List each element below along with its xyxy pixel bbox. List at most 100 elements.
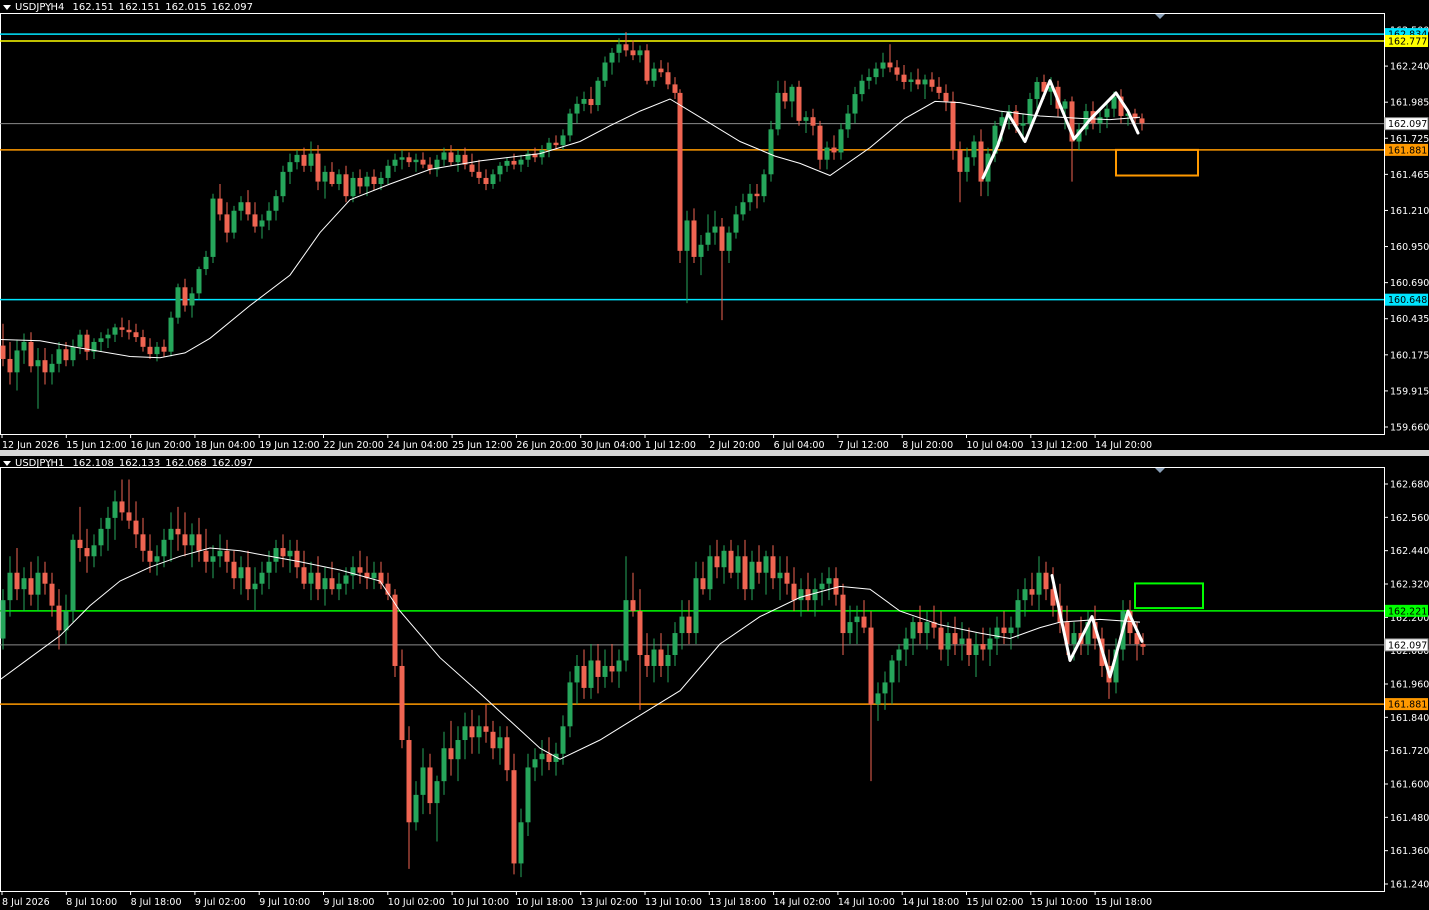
c0-candle [880,52,886,78]
c1-candle [791,567,797,612]
c0-candle [525,149,531,168]
c0-candle-body [406,157,412,163]
c1-candle-body [945,633,951,650]
c1-candle-body [833,578,839,595]
c0-candle [308,141,314,172]
c0-candle-body [553,142,559,146]
chart-pane-h4[interactable]: 162.500162.240161.985161.725161.465161.2… [0,0,1429,450]
c1-target-zone-box [1134,582,1204,610]
c0-candle [322,165,328,199]
c1-candle-body [462,726,468,741]
c0-candle-body [567,113,573,136]
c0-candle-body [511,160,517,165]
h4-open: 162.151 [72,2,114,13]
c0-candle-body [7,358,13,373]
c0-candle-body [672,84,678,93]
chart-pane-h1[interactable]: 162.680 162.560 162.440 162.320 162.200 162.0… [0,456,1429,910]
c0-candle [210,193,216,263]
c1-candle [476,715,482,754]
c1-candle [455,726,461,782]
c0-candle [238,196,244,221]
c0-candle [175,283,181,324]
c0-candle-body [560,135,566,146]
c1-candle-body [476,726,482,738]
c0-y-tick-label: 162.240 [1390,62,1429,73]
c0-candle [7,341,13,385]
c0-candle [1097,111,1103,133]
c1-candle-body [819,583,825,590]
c1-candle-body [238,567,244,579]
c0-candle-body [796,86,802,121]
c1-candle [686,600,692,645]
c0-candle [943,84,949,112]
c0-candle-body [705,232,711,245]
c1-candle [203,528,209,573]
c1-candle-body [651,649,657,666]
c1-candle [84,528,90,573]
h1-close: 162.097 [211,458,253,469]
c0-x-tick-label: 22 Jun 20:00 [324,440,384,450]
c1-candle-body [525,767,531,823]
c0-candle-body [154,346,160,355]
c0-candle [392,153,398,172]
c0-candle [462,147,468,170]
c1-candle [805,572,811,612]
c0-candle [845,105,851,138]
c1-candle-body [595,660,601,677]
c1-candle [56,589,62,650]
c1-candle-body [672,633,678,656]
c0-candle-body [266,210,272,221]
c0-candle-body [838,129,844,153]
c1-candle [217,534,223,568]
c1-candle-body [252,583,258,590]
h4-menu-triangle-icon[interactable] [3,4,11,10]
c0-candle-body [782,92,788,102]
c1-candle-body [539,753,545,760]
c0-candle [119,317,125,338]
c1-price-label-text: 162.097 [1388,640,1427,651]
c1-y-tick-label: 161.720 [1390,746,1429,757]
c1-candle [777,556,783,601]
c1-candle [910,616,916,656]
h4-chart-canvas[interactable]: 162.500162.240161.985161.725161.465161.2… [0,0,1429,450]
c0-candle-body [936,86,942,93]
c1-x-tick-label: 9 Jul 18:00 [324,897,375,908]
c1-candle-body [518,822,524,864]
c1-candle [756,545,762,584]
c1-candle-body [315,572,321,590]
c0-candle [133,323,139,342]
h1-menu-triangle-icon[interactable] [3,460,11,466]
c0-candle-body [609,52,615,63]
c1-candle-body [686,616,692,634]
c1-x-tick-label: 8 Jul 18:00 [131,897,182,908]
c0-candle-body [873,68,879,78]
c0-candle [726,226,732,263]
c1-candle-body [756,561,762,573]
c1-candle-body [763,556,769,573]
c0-candle-body [810,117,816,126]
c0-candle-body [824,147,830,160]
c1-candle-body [798,589,804,601]
c1-candle-body [7,572,13,601]
c0-candle [497,162,503,182]
c1-candle-body [679,616,685,634]
c1-x-tick-label: 9 Jul 02:00 [195,897,246,908]
c0-candle [609,47,615,75]
c0-candle-body [817,125,823,160]
c1-candle [721,545,727,584]
c0-candle-body [294,154,300,163]
c0-candle-body [950,101,956,150]
c0-candle-body [1034,81,1040,99]
h1-chart-canvas[interactable]: 162.680162.560162.440162.320162.200162.0… [0,456,1429,910]
c0-candle [217,184,223,221]
c1-candle-body [784,572,790,584]
c1-candle [357,550,363,584]
c1-candle [875,682,881,721]
c0-candle-body [112,327,118,335]
c1-x-tick-label: 15 Jul 02:00 [967,897,1024,908]
c0-candle [77,329,83,355]
c0-candle [182,278,188,312]
c0-x-tick-label: 2 Jul 20:00 [709,440,760,450]
c1-candle [609,644,615,683]
c1-candle-body [287,550,293,557]
